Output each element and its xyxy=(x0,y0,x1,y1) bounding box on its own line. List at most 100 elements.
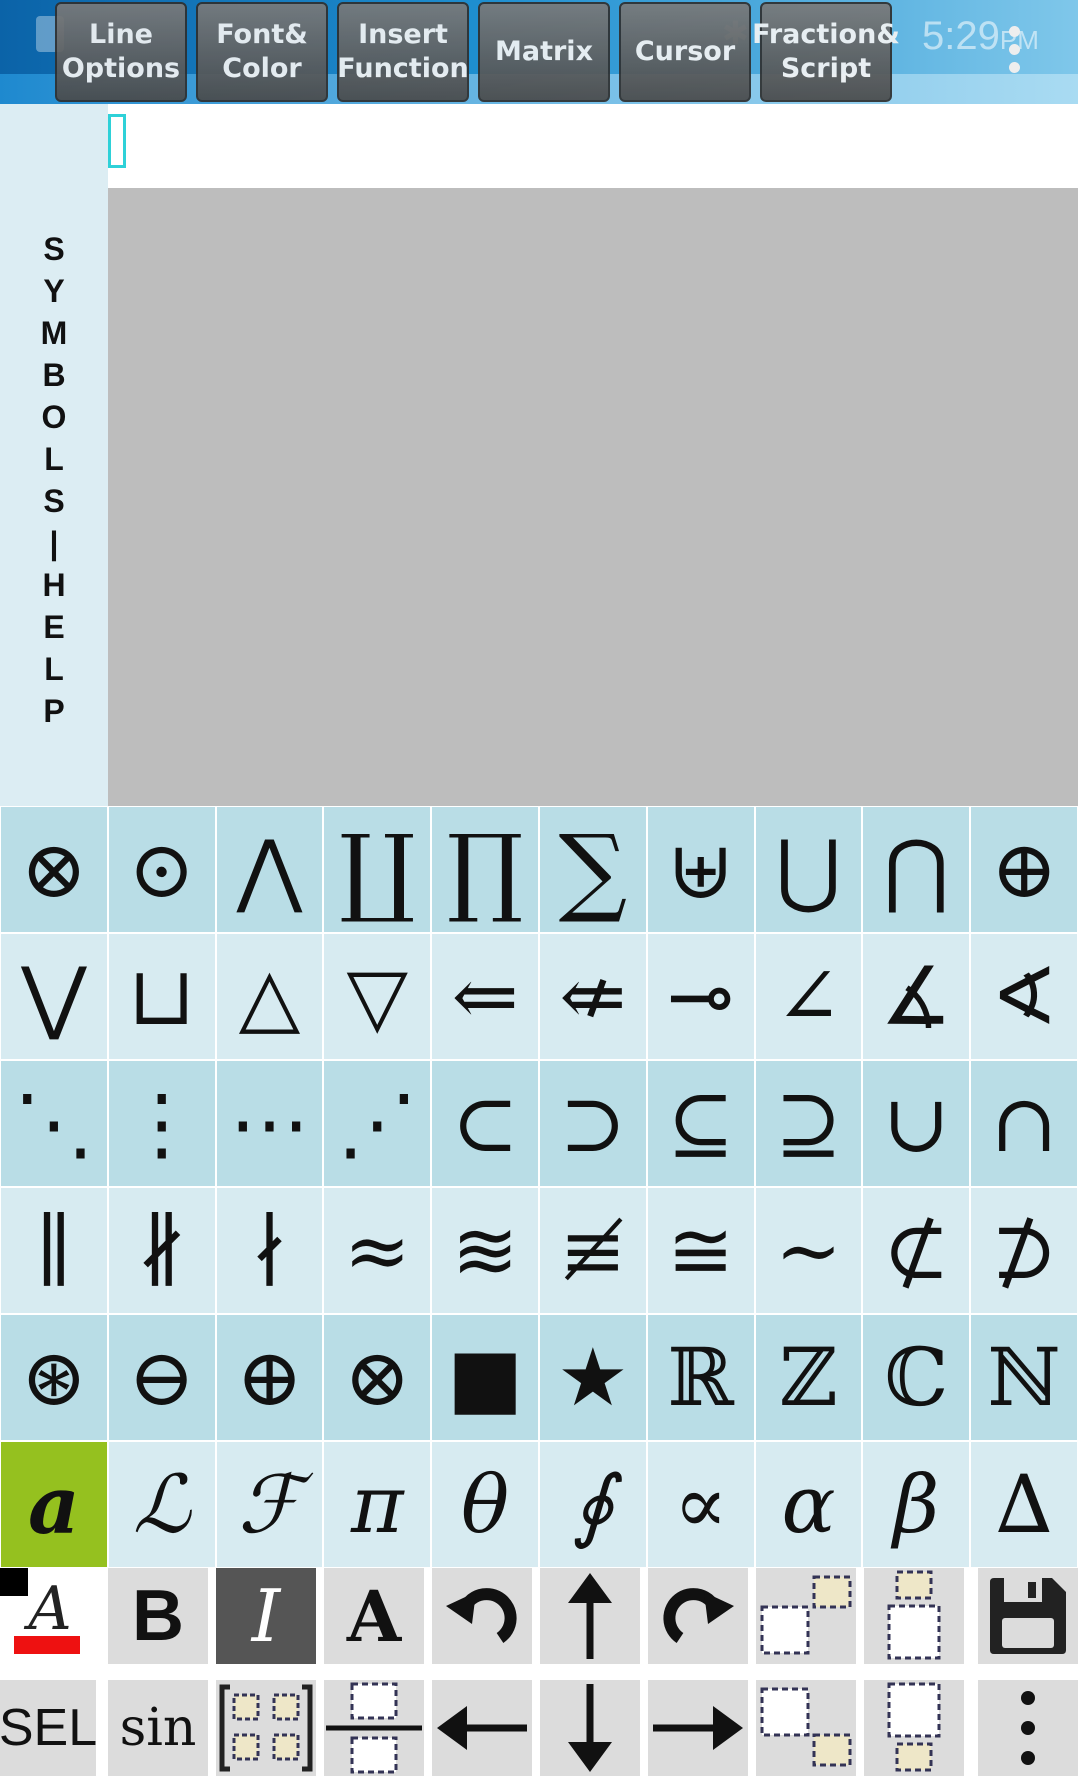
symbol-key[interactable]: ⊕ xyxy=(970,806,1078,933)
symbol-key[interactable]: ⋮ xyxy=(107,1060,216,1187)
symbol-key[interactable]: π xyxy=(323,1441,432,1568)
overflow-menu-icon[interactable] xyxy=(1002,22,1026,82)
color-swatch xyxy=(0,1568,28,1596)
redo-button[interactable] xyxy=(648,1568,748,1664)
symbol-key[interactable]: ∥ xyxy=(0,1187,108,1314)
symbol-key[interactable]: β xyxy=(862,1441,971,1568)
symbol-key[interactable]: ⊎ xyxy=(646,806,755,933)
italic-button[interactable]: I xyxy=(216,1568,316,1664)
symbol-key[interactable]: ≋ xyxy=(431,1187,539,1314)
symbol-key[interactable]: ∩ xyxy=(970,1060,1078,1187)
symbol-key[interactable]: ⊕ xyxy=(215,1314,324,1441)
symbol-key[interactable]: ⊔ xyxy=(107,933,216,1060)
symbol-key[interactable]: ⋯ xyxy=(215,1060,324,1187)
symbol-key[interactable]: ⊖ xyxy=(107,1314,216,1441)
over-script-button[interactable] xyxy=(864,1568,964,1664)
select-label: SEL xyxy=(0,1699,98,1757)
move-right-button[interactable] xyxy=(648,1680,748,1776)
font-style-button[interactable]: A xyxy=(324,1568,424,1664)
symbol-key[interactable]: ≅ xyxy=(646,1187,755,1314)
symbol-key[interactable]: ∐ xyxy=(323,806,432,933)
text-color-button[interactable]: A xyxy=(0,1568,100,1664)
symbol-key[interactable]: ∮ xyxy=(539,1441,647,1568)
symbol-key[interactable]: ⋃ xyxy=(754,806,863,933)
move-left-button[interactable] xyxy=(432,1680,532,1776)
symbol-key[interactable]: ⊇ xyxy=(754,1060,863,1187)
undo-button[interactable] xyxy=(432,1568,532,1664)
bold-label: B xyxy=(132,1576,184,1656)
subscript-button[interactable] xyxy=(756,1680,856,1776)
symbol-key[interactable]: ⊂ xyxy=(431,1060,539,1187)
symbol-key[interactable]: ≈ xyxy=(323,1187,432,1314)
symbol-key[interactable]: ℤ xyxy=(754,1314,863,1441)
superscript-button[interactable] xyxy=(756,1568,856,1664)
side-panel-letter: S xyxy=(43,483,65,519)
cursor-button[interactable]: Cursor xyxy=(619,2,751,102)
symbol-key[interactable]: ⊗ xyxy=(0,806,108,933)
insert-function-button[interactable]: Insert Function xyxy=(337,2,469,102)
symbol-key[interactable]: ∑ xyxy=(539,806,647,933)
symbol-key[interactable]: ∆ xyxy=(970,1441,1078,1568)
under-script-button[interactable] xyxy=(864,1680,964,1776)
bold-button[interactable]: B xyxy=(108,1568,208,1664)
symbol-key[interactable]: ⊅ xyxy=(970,1187,1078,1314)
symbol-key[interactable]: α xyxy=(754,1441,863,1568)
symbol-key[interactable]: ≢ xyxy=(539,1187,647,1314)
fraction-button[interactable] xyxy=(324,1680,424,1776)
symbol-key[interactable]: ∼ xyxy=(754,1187,863,1314)
symbol-key[interactable]: ℕ xyxy=(970,1314,1078,1441)
more-options-button[interactable] xyxy=(978,1680,1078,1776)
move-up-button[interactable] xyxy=(540,1568,640,1664)
equation-preview[interactable] xyxy=(108,188,1078,806)
bottom-toolbar: A B I A SEL sin xyxy=(0,1568,1078,1776)
symbol-key[interactable]: ⊄ xyxy=(862,1187,971,1314)
symbol-key[interactable]: ⊃ xyxy=(539,1060,647,1187)
symbol-key[interactable]: ⊗ xyxy=(323,1314,432,1441)
symbol-key[interactable]: ★ xyxy=(539,1314,647,1441)
symbol-key[interactable]: ⋰ xyxy=(323,1060,432,1187)
symbol-key[interactable]: ℱ xyxy=(215,1441,324,1568)
save-icon xyxy=(990,1578,1066,1654)
symbol-key[interactable]: θ xyxy=(431,1441,539,1568)
equation-input[interactable] xyxy=(108,104,1078,188)
symbol-key[interactable]: ⋁ xyxy=(0,933,108,1060)
symbol-key[interactable]: ⊆ xyxy=(646,1060,755,1187)
symbol-key[interactable]: ∏ xyxy=(431,806,539,933)
symbol-key[interactable]: ∡ xyxy=(862,933,971,1060)
symbol-key[interactable]: ⇐ xyxy=(431,933,539,1060)
symbol-key[interactable]: ⋀ xyxy=(215,806,324,933)
font-color-button[interactable]: Font& Color xyxy=(196,2,328,102)
symbol-key[interactable]: ⇍ xyxy=(539,933,647,1060)
sin-function-button[interactable]: sin xyxy=(108,1680,208,1776)
symbol-key[interactable]: ℒ xyxy=(107,1441,216,1568)
symbol-key[interactable]: ℝ xyxy=(646,1314,755,1441)
symbol-key[interactable]: ⊸ xyxy=(646,933,755,1060)
symbol-key[interactable]: ■ xyxy=(431,1314,539,1441)
arrow-up-icon xyxy=(568,1573,612,1659)
symbols-help-tab[interactable]: S Y M B O L S | H E L P xyxy=(0,104,108,806)
symbol-key[interactable]: ∪ xyxy=(862,1060,971,1187)
matrix-insert-button[interactable] xyxy=(216,1680,316,1776)
symbol-key[interactable]: ℂ xyxy=(862,1314,971,1441)
symbol-key[interactable]: ∦ xyxy=(107,1187,216,1314)
move-down-button[interactable] xyxy=(540,1680,640,1776)
select-button[interactable]: SEL xyxy=(0,1680,98,1776)
symbol-key[interactable]: ⊛ xyxy=(0,1314,108,1441)
symbol-key[interactable]: ▽ xyxy=(323,933,432,1060)
symbol-key[interactable]: ∝ xyxy=(646,1441,755,1568)
symbol-key[interactable]: a xyxy=(0,1441,108,1568)
symbol-key[interactable]: ⋂ xyxy=(862,806,971,933)
fraction-script-button[interactable]: Fraction& Script xyxy=(752,2,900,102)
symbol-key[interactable]: ⊙ xyxy=(107,806,216,933)
side-panel-letter: M xyxy=(40,315,68,351)
symbol-key[interactable]: ∤ xyxy=(215,1187,324,1314)
symbol-key[interactable]: ⋱ xyxy=(0,1060,108,1187)
undo-icon xyxy=(446,1588,517,1643)
symbol-key[interactable]: ∢ xyxy=(970,933,1078,1060)
save-button[interactable] xyxy=(978,1568,1078,1664)
line-options-button[interactable]: Line Options xyxy=(55,2,187,102)
matrix-button[interactable]: Matrix xyxy=(478,2,610,102)
side-panel-letter: O xyxy=(41,399,67,435)
symbol-key[interactable]: ∠ xyxy=(754,933,863,1060)
symbol-key[interactable]: △ xyxy=(215,933,324,1060)
